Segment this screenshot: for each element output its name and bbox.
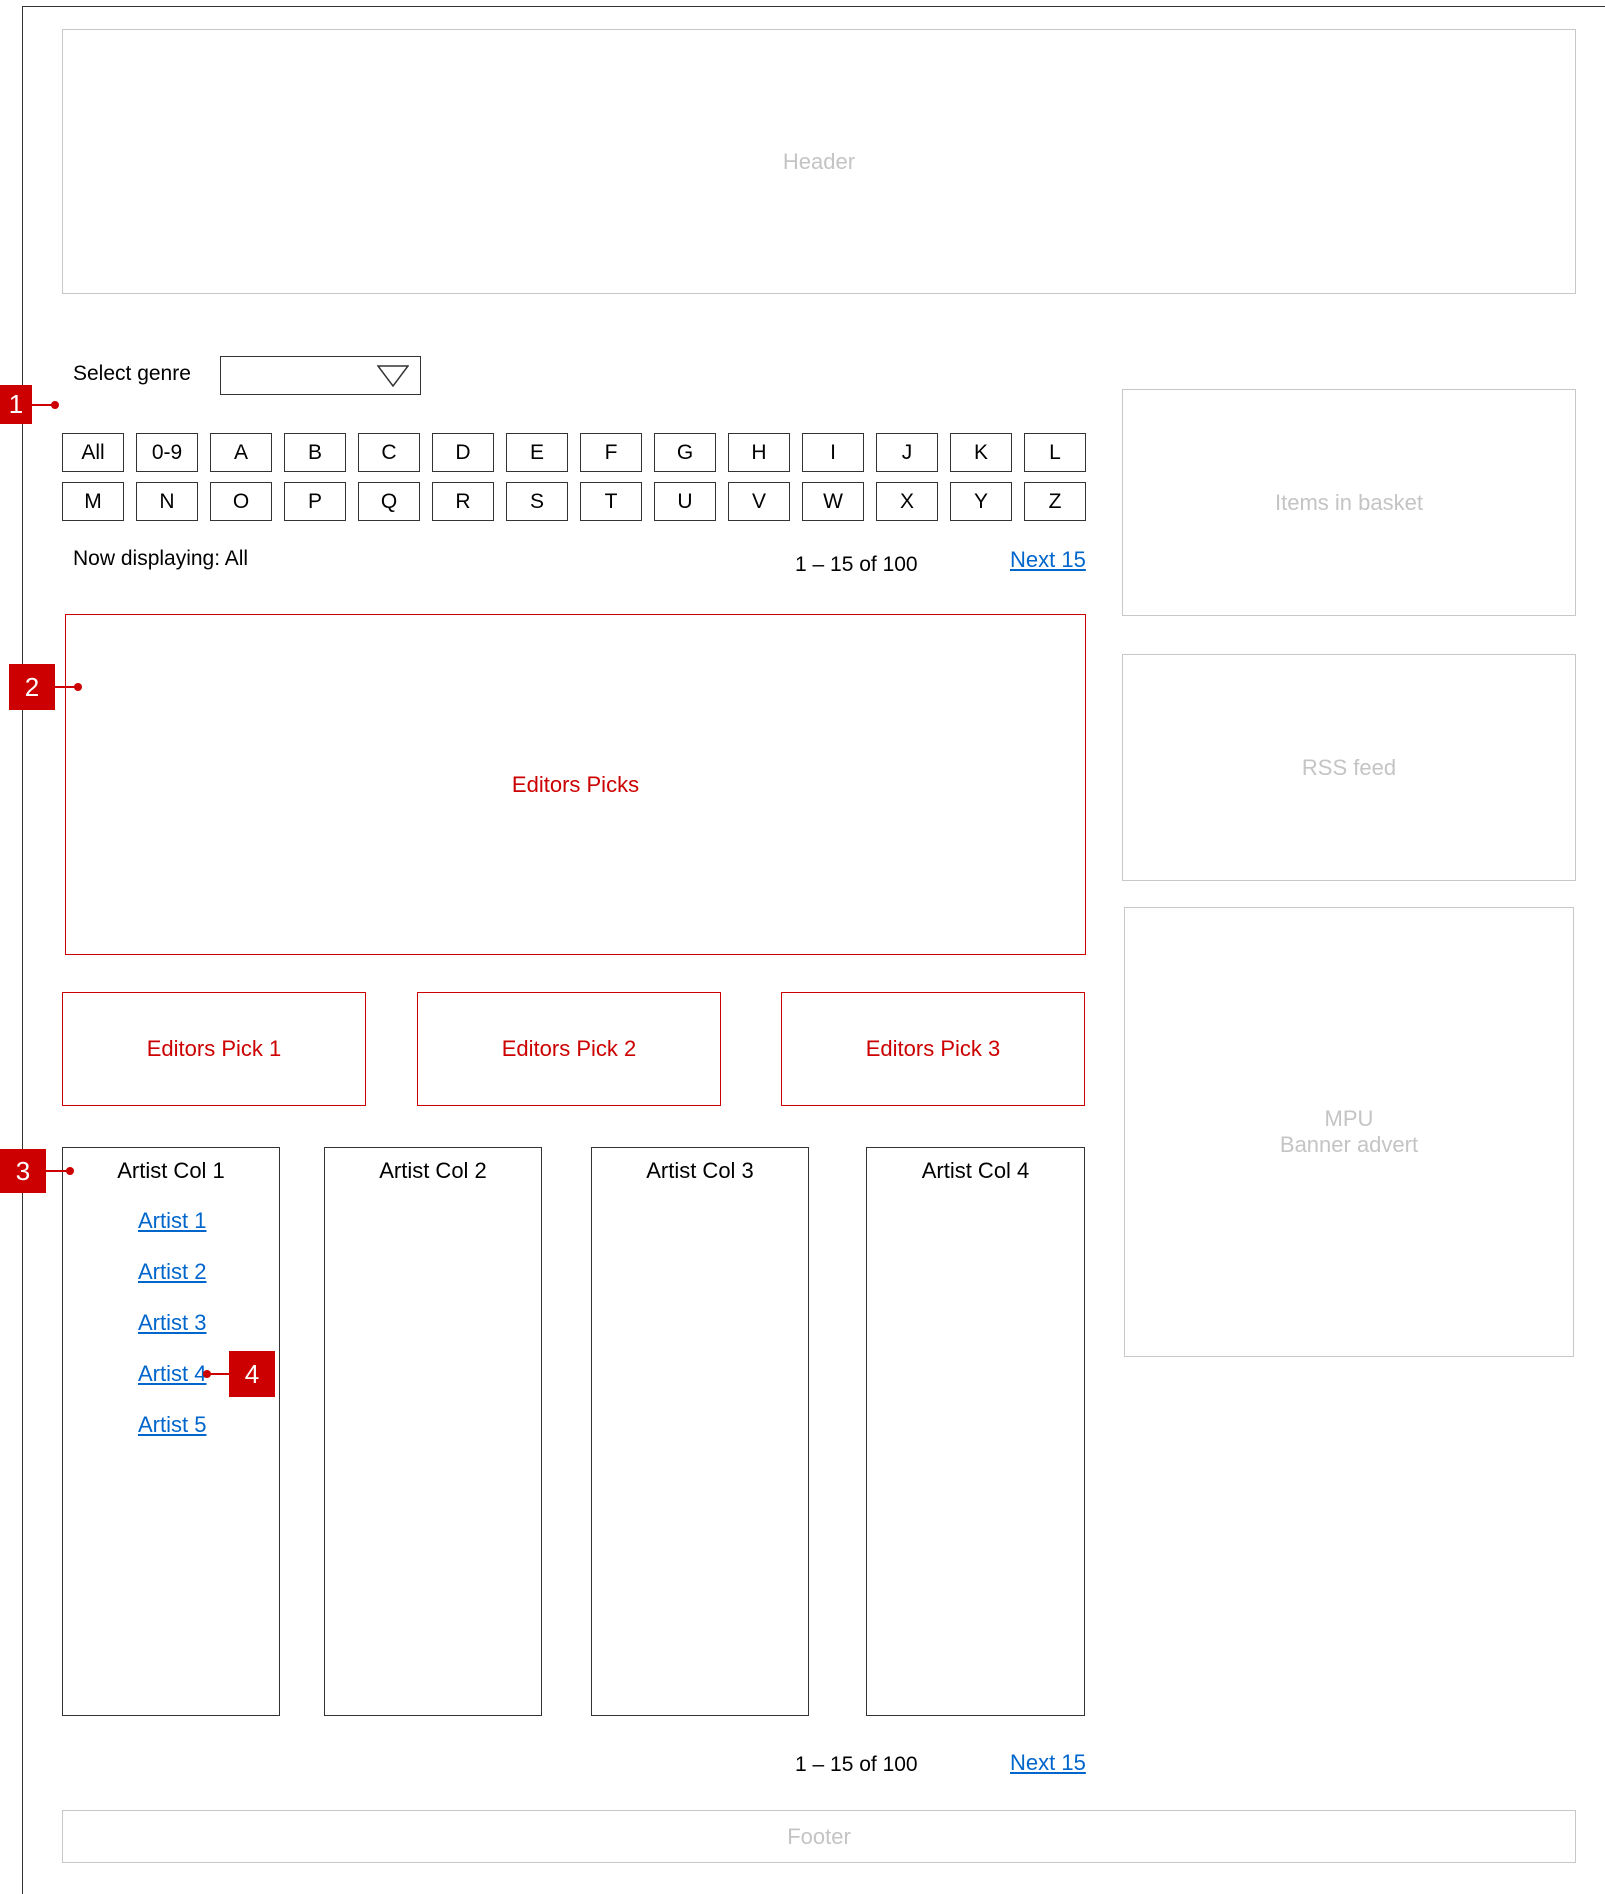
- editors-pick-3[interactable]: Editors Pick 3: [781, 992, 1085, 1106]
- next-15-link-bottom[interactable]: Next 15: [1010, 1750, 1086, 1776]
- pagination-range-bottom: 1 – 15 of 100: [795, 1753, 918, 1776]
- rss-feed-placeholder: RSS feed: [1122, 654, 1576, 881]
- letter-filter-button[interactable]: L: [1024, 433, 1086, 472]
- footer-placeholder: Footer: [62, 1810, 1576, 1863]
- genre-label: Select genre: [73, 362, 191, 385]
- letter-filter-button[interactable]: I: [802, 433, 864, 472]
- letter-filter-button[interactable]: H: [728, 433, 790, 472]
- artist-column-2: Artist Col 2: [324, 1147, 542, 1716]
- editors-picks-label: Editors Picks: [511, 771, 640, 797]
- letter-filter-button[interactable]: S: [506, 482, 568, 521]
- annotation-marker-3: 3: [0, 1149, 46, 1193]
- editors-pick-2-label: Editors Pick 2: [501, 1036, 637, 1061]
- letter-filter-button[interactable]: O: [210, 482, 272, 521]
- artist-link-2[interactable]: Artist 2: [138, 1259, 206, 1285]
- letter-filter-button[interactable]: B: [284, 433, 346, 472]
- basket-placeholder: Items in basket: [1122, 389, 1576, 616]
- artist-column-3: Artist Col 3: [591, 1147, 809, 1716]
- artist-column-1: Artist Col 1 Artist 1 Artist 2 Artist 3 …: [62, 1147, 280, 1716]
- editors-pick-2[interactable]: Editors Pick 2: [417, 992, 721, 1106]
- artist-link-1[interactable]: Artist 1: [138, 1208, 206, 1234]
- letter-filter-button[interactable]: G: [654, 433, 716, 472]
- triangle-down-icon[interactable]: [377, 365, 409, 387]
- editors-picks-panel: Editors Picks: [65, 614, 1086, 955]
- now-displaying-text: Now displaying: All: [73, 547, 249, 570]
- letter-filter-button[interactable]: F: [580, 433, 642, 472]
- next-15-link-top[interactable]: Next 15: [1010, 547, 1086, 573]
- annotation-marker-2: 2: [9, 664, 55, 710]
- artist-link-3[interactable]: Artist 3: [138, 1310, 206, 1336]
- letter-filter-button[interactable]: 0-9: [136, 433, 198, 472]
- letter-filter-button[interactable]: P: [284, 482, 346, 521]
- footer-label: Footer: [787, 1823, 851, 1849]
- letter-filter-button[interactable]: E: [506, 433, 568, 472]
- annotation-marker-label: 4: [244, 1358, 260, 1389]
- letter-filter-button[interactable]: U: [654, 482, 716, 521]
- letter-filter-button[interactable]: T: [580, 482, 642, 521]
- letter-filter-button[interactable]: C: [358, 433, 420, 472]
- annotation-marker-label: 2: [24, 671, 40, 702]
- header-label: Header: [782, 148, 856, 174]
- artist-column-4: Artist Col 4: [866, 1147, 1085, 1716]
- letter-filter-button[interactable]: Z: [1024, 482, 1086, 521]
- editors-pick-1-label: Editors Pick 1: [146, 1036, 282, 1061]
- letter-filter-button[interactable]: R: [432, 482, 494, 521]
- letter-filter-button[interactable]: M: [62, 482, 124, 521]
- editors-pick-3-label: Editors Pick 3: [865, 1036, 1001, 1061]
- artist-column-title: Artist Col 1: [117, 1158, 225, 1183]
- letter-filter-button[interactable]: W: [802, 482, 864, 521]
- artist-column-title: Artist Col 4: [921, 1158, 1030, 1183]
- annotation-dot-1: [51, 401, 59, 409]
- letter-filter-button[interactable]: V: [728, 482, 790, 521]
- artist-column-title: Artist Col 3: [646, 1158, 754, 1183]
- mpu-banner-placeholder: MPU Banner advert: [1124, 907, 1574, 1357]
- rss-feed-label: RSS feed: [1301, 754, 1397, 780]
- letter-filter-button[interactable]: K: [950, 433, 1012, 472]
- header-placeholder: Header: [62, 29, 1576, 294]
- letter-filter-button[interactable]: Q: [358, 482, 420, 521]
- letter-filter-button[interactable]: J: [876, 433, 938, 472]
- letter-filter-button[interactable]: All: [62, 433, 124, 472]
- annotation-dot-2: [74, 683, 82, 691]
- genre-select[interactable]: [220, 356, 421, 395]
- annotation-marker-1: 1: [0, 385, 32, 424]
- annotation-marker-label: 1: [8, 389, 24, 419]
- annotation-marker-4: 4: [229, 1351, 275, 1397]
- basket-label: Items in basket: [1275, 489, 1423, 515]
- mpu-label: MPU: [1324, 1106, 1374, 1131]
- letter-filter-button[interactable]: A: [210, 433, 272, 472]
- editors-pick-1[interactable]: Editors Pick 1: [62, 992, 366, 1106]
- annotation-dot-3: [66, 1167, 74, 1175]
- letter-filter-button[interactable]: Y: [950, 482, 1012, 521]
- annotation-marker-label: 3: [15, 1155, 31, 1186]
- letter-filter-button[interactable]: N: [136, 482, 198, 521]
- banner-advert-label: Banner advert: [1279, 1132, 1419, 1157]
- pagination-range-top: 1 – 15 of 100: [795, 553, 918, 576]
- letter-filter-button[interactable]: X: [876, 482, 938, 521]
- artist-column-title: Artist Col 2: [379, 1158, 487, 1183]
- artist-link-4[interactable]: Artist 4: [138, 1361, 206, 1387]
- artist-link-5[interactable]: Artist 5: [138, 1412, 206, 1438]
- letter-filter-button[interactable]: D: [432, 433, 494, 472]
- annotation-line-4: [207, 1373, 229, 1375]
